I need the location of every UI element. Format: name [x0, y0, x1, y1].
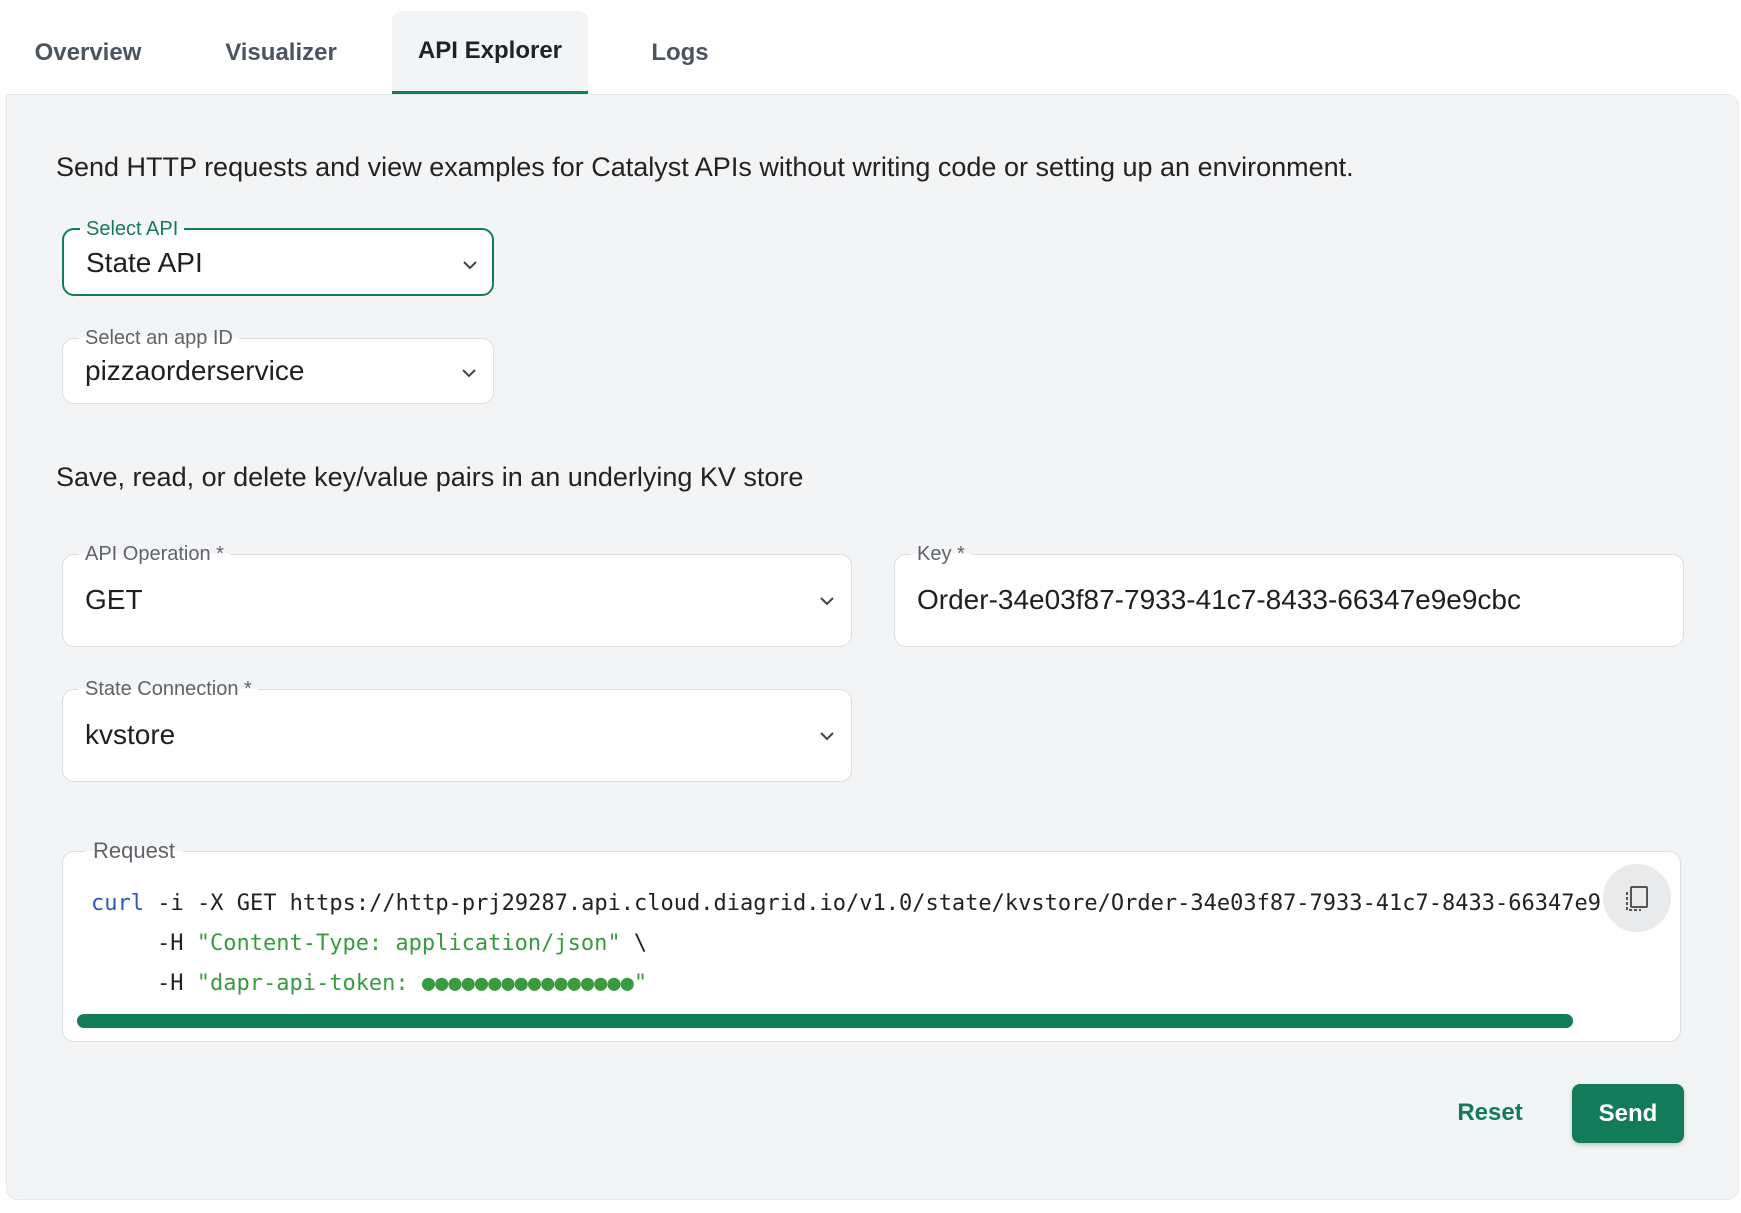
select-api-value: State API: [86, 247, 203, 278]
code-line-3: -H "dapr-api-token: ●●●●●●●●●●●●●●●●": [91, 964, 1601, 1004]
api-description: Save, read, or delete key/value pairs in…: [56, 462, 804, 492]
api-operation-dropdown[interactable]: API Operation * GET: [62, 542, 852, 647]
code-line-1: curl -i -X GET https://http-prj29287.api…: [91, 884, 1601, 924]
select-api-label: Select API: [80, 217, 185, 241]
request-preview: Request curl -i -X GET https://http-prj2…: [62, 838, 1681, 1042]
state-connection-dropdown[interactable]: State Connection * kvstore: [62, 677, 852, 782]
select-app-id-value: pizzaorderservice: [85, 355, 305, 386]
state-connection-value: kvstore: [85, 719, 176, 750]
send-button[interactable]: Send: [1572, 1084, 1684, 1143]
code-flag: -H: [157, 971, 197, 996]
tab-visualizer[interactable]: Visualizer: [170, 11, 392, 94]
code-line-2: -H "Content-Type: application/json" \: [91, 924, 1601, 964]
reset-button[interactable]: Reset: [1436, 1084, 1544, 1142]
horizontal-scrollbar[interactable]: [77, 1014, 1573, 1028]
copy-icon: [1626, 886, 1648, 911]
api-operation-value: GET: [85, 584, 143, 615]
tab-bar: Overview Visualizer API Explorer Logs: [6, 11, 772, 94]
chevron-down-icon: [460, 255, 480, 275]
key-label: Key *: [911, 542, 971, 566]
select-api-dropdown[interactable]: Select API State API: [62, 217, 494, 296]
select-app-id-label: Select an app ID: [79, 326, 239, 350]
select-app-id-dropdown[interactable]: Select an app ID pizzaorderservice: [62, 326, 494, 404]
copy-button[interactable]: [1603, 864, 1671, 932]
state-connection-label: State Connection *: [79, 677, 258, 701]
key-input[interactable]: Key * Order-34e03f87-7933-41c7-8433-6634…: [894, 542, 1684, 647]
chevron-down-icon: [817, 591, 837, 611]
chevron-down-icon: [459, 363, 479, 383]
code-header-content-type: "Content-Type: application/json": [196, 931, 621, 956]
api-operation-label: API Operation *: [79, 542, 230, 566]
key-value: Order-34e03f87-7933-41c7-8433-66347e9e9c…: [917, 584, 1521, 615]
code-command: curl: [91, 891, 144, 916]
code-continuation: \: [620, 931, 648, 956]
chevron-down-icon: [817, 726, 837, 746]
code-url: -i -X GET https://http-prj29287.api.clou…: [143, 891, 1601, 916]
tab-overview[interactable]: Overview: [6, 11, 170, 94]
tab-api-explorer[interactable]: API Explorer: [392, 11, 588, 94]
request-code: curl -i -X GET https://http-prj29287.api…: [91, 884, 1601, 1004]
request-label: Request: [85, 838, 183, 864]
intro-text: Send HTTP requests and view examples for…: [56, 152, 1354, 182]
code-flag: -H: [157, 931, 197, 956]
tab-logs[interactable]: Logs: [588, 11, 772, 94]
code-header-token: "dapr-api-token: ●●●●●●●●●●●●●●●●": [196, 971, 648, 996]
